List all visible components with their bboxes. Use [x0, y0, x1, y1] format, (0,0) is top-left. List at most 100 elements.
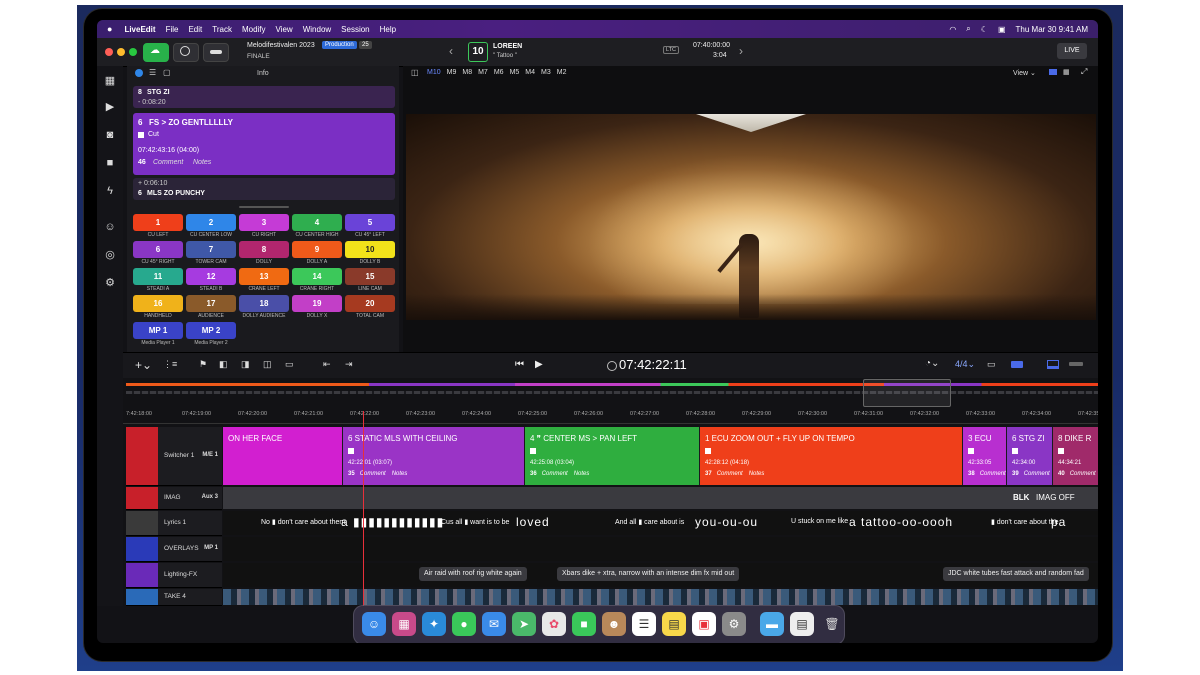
- close-window-button[interactable]: [105, 48, 113, 56]
- chat-icon[interactable]: ▢: [163, 68, 171, 77]
- facetime-icon[interactable]: ■: [572, 612, 596, 636]
- viewer-tab-m4[interactable]: M4: [525, 69, 535, 79]
- ripple-icon[interactable]: ▭: [285, 359, 294, 370]
- marker-icon[interactable]: ⚑: [199, 359, 207, 370]
- overview-viewport-handle[interactable]: [863, 379, 951, 407]
- live-button[interactable]: LIVE: [1057, 43, 1087, 59]
- mail-icon[interactable]: ✉: [482, 612, 506, 636]
- overlays-lane[interactable]: [223, 537, 1098, 561]
- menu-edit[interactable]: Edit: [188, 25, 202, 34]
- panel-resize-handle[interactable]: [239, 206, 289, 208]
- timeline-clip[interactable]: ON HER FACE: [223, 427, 342, 485]
- video-icon[interactable]: ■: [103, 156, 117, 170]
- prev-song-chevron-icon[interactable]: ‹: [449, 44, 453, 58]
- track-header-take-4[interactable]: TAKE 4: [126, 589, 222, 606]
- camera-button-12[interactable]: 12: [186, 268, 236, 285]
- next-cue[interactable]: + 0:06:10 6 MLS ZO PUNCHY: [133, 178, 395, 200]
- lighting-cue[interactable]: Xbars dike + xtra, narrow with an intens…: [557, 567, 740, 581]
- layout-collapse-icon[interactable]: [1069, 362, 1083, 366]
- timeline-clip[interactable]: 6 STG ZI42:34:0039CommentNotes: [1007, 427, 1052, 485]
- viewer-tab-m9[interactable]: M9: [447, 69, 457, 79]
- menu-app-name[interactable]: LiveEdit: [124, 25, 155, 34]
- viewer-tab-m8[interactable]: M8: [462, 69, 472, 79]
- lighting-lane[interactable]: Air raid with roof rig white again Xbars …: [223, 563, 1098, 587]
- camera-button-5[interactable]: 5: [345, 214, 395, 231]
- trash-icon[interactable]: 🗑: [820, 612, 844, 636]
- menu-window[interactable]: Window: [303, 25, 331, 34]
- timeline-overview[interactable]: [126, 383, 1098, 386]
- camera-button-mp-2[interactable]: MP 2: [186, 322, 236, 339]
- clip-comment[interactable]: Comment: [980, 471, 1006, 477]
- flash-icon[interactable]: ϟ: [103, 184, 117, 198]
- track-settings-icon[interactable]: ⋮≡: [163, 359, 177, 370]
- camera-button-14[interactable]: 14: [292, 268, 342, 285]
- current-cue-comment[interactable]: Comment: [153, 159, 183, 166]
- camera-button-3[interactable]: 3: [239, 214, 289, 231]
- track-color-chip[interactable]: [126, 487, 158, 509]
- notes-icon[interactable]: ▤: [662, 612, 686, 636]
- maps-icon[interactable]: ➤: [512, 612, 536, 636]
- track-color-chip[interactable]: [126, 563, 158, 587]
- zoom-window-button[interactable]: [129, 48, 137, 56]
- menu-file[interactable]: File: [166, 25, 179, 34]
- apple-menu-icon[interactable]: ●: [107, 24, 112, 34]
- camera-button-19[interactable]: 19: [292, 295, 342, 312]
- camera-button-8[interactable]: 8: [239, 241, 289, 258]
- layout-bottom-icon[interactable]: [1047, 360, 1059, 369]
- viewer-tab-m6[interactable]: M6: [494, 69, 504, 79]
- snap-right-icon[interactable]: ⇥: [345, 359, 353, 370]
- camera-button-mp-1[interactable]: MP 1: [133, 322, 183, 339]
- lyric-segment[interactable]: you-ou-ou: [695, 515, 758, 529]
- lyric-segment[interactable]: No ▮ don't care about them: [261, 518, 345, 526]
- timeline-clip[interactable]: 1 ECU ZOOM OUT + FLY UP ON TEMPO 42:28:12…: [700, 427, 962, 485]
- layout-grid-icon[interactable]: ▦: [1063, 68, 1070, 76]
- track-color-chip[interactable]: [126, 589, 158, 605]
- clip-notes[interactable]: Notes: [749, 471, 765, 477]
- wifi-icon[interactable]: ◠: [949, 25, 956, 34]
- menu-session[interactable]: Session: [341, 25, 369, 34]
- menu-modify[interactable]: Modify: [242, 25, 266, 34]
- viewer-tab-m3[interactable]: M3: [541, 69, 551, 79]
- track-header-overlays[interactable]: OVERLAYS MP 1: [126, 537, 222, 562]
- lyric-segment[interactable]: ▮ don't care about the: [991, 518, 1058, 526]
- snap-left-icon[interactable]: ⇤: [323, 359, 331, 370]
- lyric-segment[interactable]: loved: [516, 515, 550, 529]
- fullscreen-icon[interactable]: ⤢: [1081, 67, 1087, 77]
- clapper-icon[interactable]: ▦: [103, 74, 117, 88]
- timeline-clip[interactable]: 6 STATIC MLS WITH CEILING 42:22:01 (03:07…: [343, 427, 524, 485]
- play-icon[interactable]: ▶: [103, 100, 117, 114]
- record-button[interactable]: [173, 43, 199, 62]
- viewer-tab-m10[interactable]: M10: [427, 69, 441, 79]
- camera-button-20[interactable]: 20: [345, 295, 395, 312]
- trim-icon[interactable]: ◫: [263, 359, 272, 370]
- lyric-segment[interactable]: a ▮▮▮▮▮▮▮▮▮▮▮▮: [341, 515, 444, 529]
- imag-lane[interactable]: BLK IMAG OFF: [223, 487, 1098, 509]
- camera-button-15[interactable]: 15: [345, 268, 395, 285]
- camera-button-9[interactable]: 9: [292, 241, 342, 258]
- reminders-icon[interactable]: ☰: [632, 612, 656, 636]
- menu-help[interactable]: Help: [380, 25, 396, 34]
- list-icon[interactable]: ☰: [149, 68, 156, 77]
- photos-icon[interactable]: ✿: [542, 612, 566, 636]
- document-icon[interactable]: ▤: [790, 612, 814, 636]
- camera-icon[interactable]: ◙: [103, 128, 117, 142]
- join-icon[interactable]: ◨: [241, 359, 250, 370]
- lyric-segment[interactable]: U stuck on me like: [791, 518, 848, 525]
- messages-icon[interactable]: ●: [452, 612, 476, 636]
- search-icon[interactable]: ⌕: [966, 24, 970, 34]
- contacts-icon[interactable]: ☻: [602, 612, 626, 636]
- camera-button-2[interactable]: 2: [186, 214, 236, 231]
- settings-icon[interactable]: ⚙: [722, 612, 746, 636]
- split-icon[interactable]: ◧: [219, 359, 228, 370]
- camera-button-16[interactable]: 16: [133, 295, 183, 312]
- lyric-segment[interactable]: And all ▮ care about is: [615, 518, 684, 526]
- clip-notes[interactable]: Notes: [392, 471, 408, 477]
- current-cue[interactable]: 6 FS > ZO GENTLLLLLY Cut 07:42:43:16 (04…: [133, 113, 395, 175]
- camera-button-1[interactable]: 1: [133, 214, 183, 231]
- lyric-segment[interactable]: pa: [1051, 515, 1066, 529]
- lyrics-lane[interactable]: No ▮ don't care about them a ▮▮▮▮▮▮▮▮▮▮▮▮…: [223, 511, 1098, 535]
- moon-icon[interactable]: ☾: [981, 25, 988, 34]
- minimize-window-button[interactable]: [117, 48, 125, 56]
- camera-button-7[interactable]: 7: [186, 241, 236, 258]
- speed-gauge-icon[interactable]: ◔⌄: [925, 358, 939, 369]
